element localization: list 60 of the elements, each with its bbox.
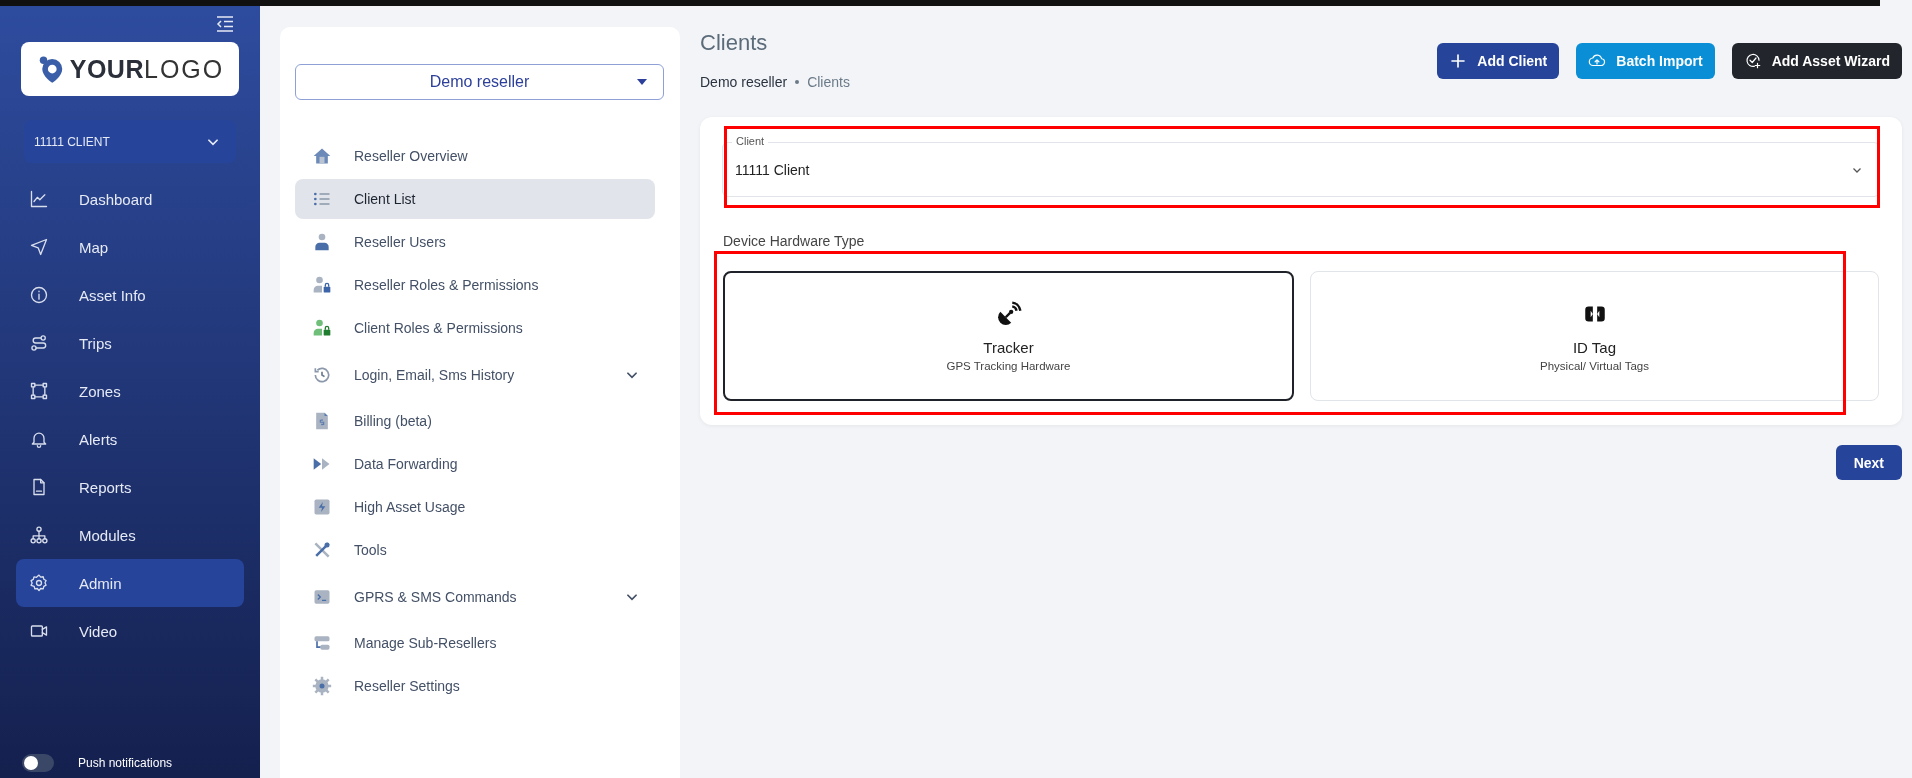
logo: YOURLOGO <box>21 42 239 96</box>
check-circle-plus-icon <box>1743 52 1762 70</box>
chart-icon <box>29 189 49 209</box>
house-icon <box>312 146 332 166</box>
stacked-panels-icon <box>312 633 332 653</box>
nav-item[interactable]: Reports <box>16 463 244 511</box>
client-select[interactable]: 11111 CLIENT <box>24 120 236 163</box>
nav-item[interactable]: Client List <box>295 179 655 219</box>
lightning-icon <box>312 497 332 517</box>
breadcrumb-item: Clients <box>807 74 850 90</box>
user-icon <box>312 232 332 252</box>
nav-item[interactable]: Zones <box>16 367 244 415</box>
nav-item[interactable]: Reseller Roles & Permissions <box>295 265 655 305</box>
nav-item[interactable]: Video <box>16 607 244 655</box>
nav-group[interactable]: Login, Email, Sms History <box>295 353 655 397</box>
terminal-icon <box>312 587 332 607</box>
hierarchy-icon <box>29 525 49 545</box>
gear-icon <box>29 573 49 593</box>
caret-icon <box>637 79 647 85</box>
user-lock-icon <box>312 318 332 338</box>
nav-item[interactable]: Asset Info <box>16 271 244 319</box>
history-icon <box>312 365 332 385</box>
navigation-arrow-icon <box>29 237 49 257</box>
nav-item[interactable]: Trips <box>16 319 244 367</box>
nav-item[interactable]: Client Roles & Permissions <box>295 308 655 348</box>
nav-item[interactable]: High Asset Usage <box>295 487 655 527</box>
collapse-menu-icon[interactable] <box>216 16 234 32</box>
nav-item[interactable]: Dashboard <box>16 175 244 223</box>
nav-item[interactable]: Reseller Users <box>295 222 655 262</box>
hardware-option[interactable]: ID Tag Physical/ Virtual Tags <box>1310 271 1879 401</box>
nav-group[interactable]: GPRS & SMS Commands <box>295 575 655 619</box>
info-icon <box>29 285 49 305</box>
nav-item[interactable]: Billing (beta) <box>295 401 655 441</box>
nav-item[interactable]: Map <box>16 223 244 271</box>
nav-item[interactable]: Modules <box>16 511 244 559</box>
action-button[interactable]: Add Asset Wizard <box>1731 43 1902 79</box>
page-title: Clients <box>700 30 769 56</box>
nav-item[interactable]: Reseller Overview <box>295 136 655 176</box>
section-label: Device Hardware Type <box>723 233 866 249</box>
gear-icon <box>312 676 332 696</box>
route-icon <box>29 333 49 353</box>
next-button[interactable]: Next <box>1835 445 1902 480</box>
action-button[interactable]: Add Client <box>1437 43 1560 79</box>
action-button[interactable]: Batch Import <box>1576 43 1715 79</box>
reseller-select[interactable]: Demo reseller <box>295 64 664 100</box>
tools-icon <box>312 540 332 560</box>
nav-item[interactable]: Reseller Settings <box>295 666 655 706</box>
nav-item[interactable]: Tools <box>295 530 655 570</box>
nav-item[interactable]: Admin <box>16 559 244 607</box>
toggle-label: Push notifications <box>78 756 173 770</box>
nav-item[interactable]: Manage Sub-Resellers <box>295 623 655 663</box>
user-lock-icon <box>312 275 332 295</box>
hardware-option[interactable]: Tracker GPS Tracking Hardware <box>723 271 1294 401</box>
nav-item[interactable]: Alerts <box>16 415 244 463</box>
polygon-area-icon <box>29 381 49 401</box>
satellite-dish-icon <box>995 300 1022 327</box>
plus-icon <box>1449 52 1468 70</box>
nav-item[interactable]: Data Forwarding <box>295 444 655 484</box>
toggle-switch[interactable] <box>22 754 54 772</box>
breadcrumb-item[interactable]: Demo reseller <box>700 74 788 90</box>
